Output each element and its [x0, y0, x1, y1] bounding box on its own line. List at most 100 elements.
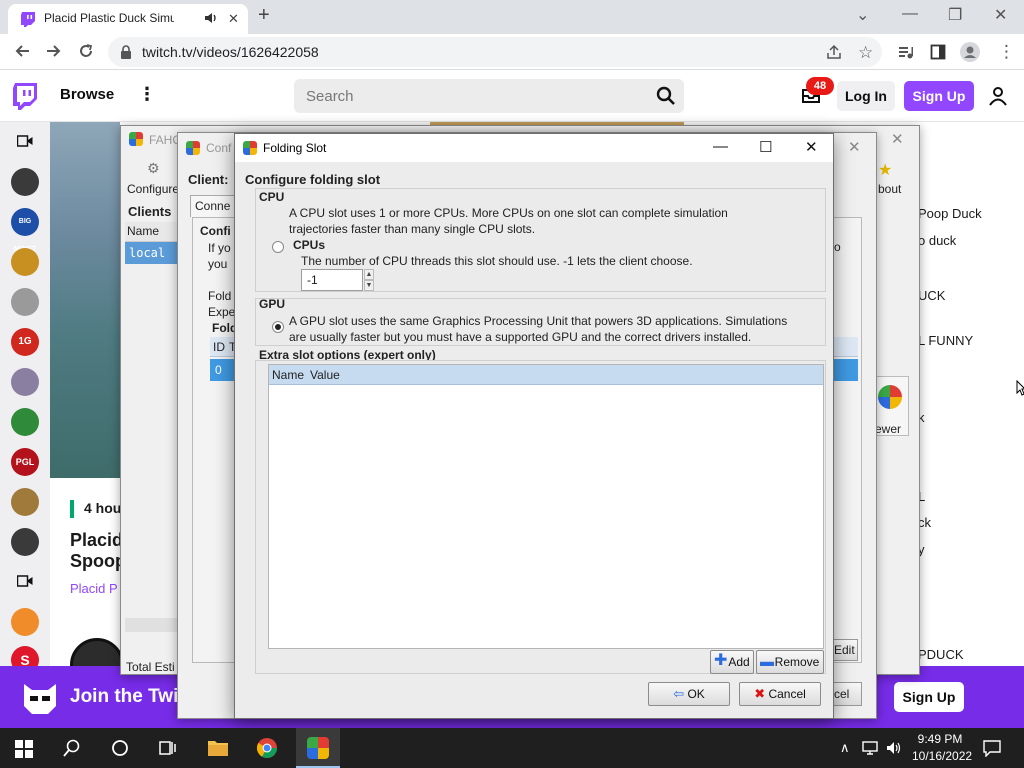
restore-button[interactable]: ❐: [948, 5, 962, 25]
channel-avatar[interactable]: [11, 528, 39, 556]
remove-option-button[interactable]: ▬ Remove: [756, 650, 824, 674]
extra-options-table[interactable]: Name Value: [268, 364, 824, 649]
fahcontrol-taskbar-icon: [307, 737, 329, 759]
chat-line: UCK: [918, 288, 946, 303]
chat-line: Poop Duck: [918, 206, 982, 221]
add-option-button[interactable]: ✚ Add: [710, 650, 754, 674]
cortana-icon[interactable]: [111, 739, 129, 757]
file-explorer-icon[interactable]: [207, 738, 229, 758]
channel-avatar[interactable]: [11, 488, 39, 516]
minimize-button[interactable]: —: [902, 5, 918, 23]
close-window-button[interactable]: ✕: [994, 5, 1007, 25]
followed-channels-sidebar: BIG MOIST 1G PGL S: [0, 122, 50, 728]
configure-toolbar-button[interactable]: Configure: [127, 182, 179, 196]
about-toolbar-button[interactable]: bout: [878, 182, 901, 196]
profile-avatar-icon[interactable]: [960, 42, 980, 62]
channel-avatar[interactable]: [11, 368, 39, 396]
bookmark-star-icon[interactable]: ☆: [858, 43, 873, 63]
lock-icon[interactable]: [120, 45, 132, 59]
channel-avatar[interactable]: [11, 248, 39, 276]
back-arrow-icon[interactable]: [14, 43, 30, 59]
share-icon[interactable]: [826, 44, 842, 60]
chat-line: PDUCK: [918, 647, 964, 662]
dialog-close-button[interactable]: ✕: [805, 138, 818, 156]
channel-link[interactable]: Placid P: [70, 581, 118, 596]
volume-icon[interactable]: [886, 740, 902, 756]
clock-date[interactable]: 10/16/2022: [912, 749, 972, 763]
configure-window-title: Conf: [206, 141, 232, 155]
channel-avatar[interactable]: PGL: [11, 448, 39, 476]
search-input[interactable]: Search: [294, 79, 648, 113]
chrome-menu-icon[interactable]: ⋮: [998, 42, 1015, 62]
more-menu-icon[interactable]: ⋮: [138, 84, 156, 105]
chrome-taskbar-icon[interactable]: [256, 737, 278, 759]
configure-gear-icon[interactable]: ⚙: [147, 160, 160, 177]
signup-button[interactable]: Sign Up: [904, 81, 974, 111]
video-player[interactable]: [50, 122, 120, 478]
show-hidden-icons-icon[interactable]: ∧: [840, 740, 850, 756]
reload-icon[interactable]: [78, 43, 94, 59]
ok-button[interactable]: ⇦ OK: [648, 682, 730, 706]
cpu-label: CPU: [259, 190, 285, 204]
channel-avatar[interactable]: BIG MOIST: [11, 208, 39, 253]
media-controls-icon[interactable]: [898, 44, 914, 60]
new-tab-button[interactable]: +: [258, 4, 270, 27]
video-camera-icon[interactable]: [17, 134, 33, 148]
tab-title: Placid Plastic Duck Simulator: [44, 11, 174, 25]
client-label: Client:: [188, 172, 229, 187]
cancel-button[interactable]: ✖ Cancel: [739, 682, 821, 706]
channel-avatar[interactable]: 1G: [11, 328, 39, 356]
twitch-logo-icon[interactable]: [12, 82, 38, 110]
network-icon[interactable]: [862, 740, 880, 756]
side-panel-icon[interactable]: [930, 44, 946, 60]
banner-signup-button[interactable]: Sign Up: [894, 682, 964, 712]
add-option-label: Add: [728, 655, 750, 669]
remove-option-label: Remove: [774, 655, 820, 669]
spin-up-icon[interactable]: ▲: [364, 269, 374, 280]
channel-avatar[interactable]: [11, 288, 39, 316]
join-banner-text: Join the Twit: [70, 686, 185, 707]
user-icon[interactable]: [988, 86, 1008, 106]
clock-time[interactable]: 9:49 PM: [912, 732, 968, 746]
tab-audio-icon[interactable]: [204, 11, 218, 25]
spin-down-icon[interactable]: ▼: [364, 280, 374, 291]
search-taskbar-icon[interactable]: [63, 739, 81, 757]
configure-text: Expe: [208, 305, 236, 319]
clients-scrollbar[interactable]: [125, 618, 181, 632]
tab-close-icon[interactable]: ✕: [228, 11, 239, 27]
cpu-radio-button[interactable]: [272, 241, 284, 253]
gpu-label: GPU: [259, 297, 286, 311]
video-title-line2: Spoop: [70, 551, 126, 571]
configure-close-button[interactable]: ✕: [848, 138, 861, 156]
cpus-label: CPUs: [293, 238, 326, 252]
fahcontrol-close-button[interactable]: ✕: [891, 130, 904, 148]
login-button[interactable]: Log In: [837, 81, 895, 111]
search-button[interactable]: [648, 79, 684, 113]
notifications-icon[interactable]: [983, 739, 1001, 757]
gpu-description-line2: are usually faster but you must have a s…: [289, 330, 752, 344]
extra-col-name[interactable]: Name: [272, 368, 304, 382]
configure-text: o: [834, 240, 841, 254]
browser-tab[interactable]: Placid Plastic Duck Simulator ✕: [8, 4, 248, 34]
browse-link[interactable]: Browse: [60, 86, 114, 103]
channel-avatar[interactable]: [11, 608, 39, 636]
channel-avatar[interactable]: [11, 168, 39, 196]
tab-search-icon[interactable]: ⌄: [856, 5, 869, 25]
task-view-icon[interactable]: [159, 739, 177, 757]
video-camera-icon[interactable]: [17, 574, 33, 588]
fahcontrol-taskbar-button[interactable]: [296, 728, 340, 768]
cpus-spinbox[interactable]: -1: [301, 269, 363, 291]
channel-avatar[interactable]: [11, 408, 39, 436]
cpu-description-line2: trajectories faster than many single CPU…: [289, 222, 536, 236]
extra-col-value[interactable]: Value: [310, 368, 340, 382]
gpu-radio-button[interactable]: [272, 321, 284, 333]
about-star-icon[interactable]: ★: [878, 160, 892, 180]
fahcontrol-icon: [129, 132, 143, 146]
chat-line: L FUNNY: [918, 333, 974, 348]
windows-start-icon[interactable]: [15, 740, 33, 758]
forward-arrow-icon[interactable]: [46, 43, 62, 59]
cpu-description: A CPU slot uses 1 or more CPUs. More CPU…: [289, 206, 728, 220]
dialog-minimize-button[interactable]: —: [713, 138, 728, 155]
mouse-cursor-icon: [1016, 380, 1024, 396]
dialog-maximize-button[interactable]: ☐: [759, 138, 772, 156]
